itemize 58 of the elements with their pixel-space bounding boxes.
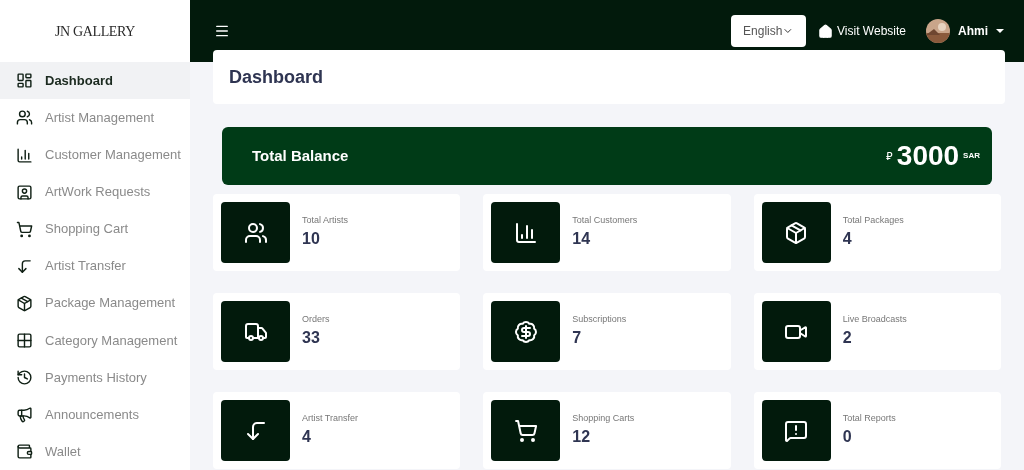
stat-label: Live Broadcasts: [842, 312, 907, 326]
page-title: Dashboard: [229, 65, 324, 89]
wallet-icon: [16, 442, 33, 460]
bar-chart-icon: [513, 220, 538, 245]
sidebar-item[interactable]: Package Management: [0, 284, 190, 322]
sidebar-item[interactable]: Category Management: [0, 321, 190, 359]
money-bag-icon: [513, 319, 538, 344]
stat-label: Total Reports: [842, 411, 896, 425]
menu-icon[interactable]: [214, 23, 230, 39]
users-icon: [243, 220, 268, 245]
sidebar-item[interactable]: Artist Transfer: [0, 247, 190, 285]
currency-sign: ⃁: [885, 148, 893, 164]
balance-amount: 3000: [896, 139, 960, 173]
visit-website-link[interactable]: Visit Website: [818, 22, 906, 40]
bar-chart-icon: [16, 146, 33, 164]
stat-label: Orders: [302, 312, 330, 326]
stat-value: 4: [842, 229, 853, 250]
logo: JN GALLERY: [54, 22, 136, 41]
sidebar-item[interactable]: Announcements: [0, 395, 190, 433]
transfer-arrow-icon: [16, 257, 33, 275]
sidebar-item[interactable]: Dashboard: [0, 62, 190, 100]
stat-value: 14: [572, 229, 592, 250]
stat-label: Total Artists: [302, 213, 348, 227]
stat-label: Subscriptions: [572, 312, 627, 326]
cart-icon: [513, 418, 538, 443]
stat-value: 2: [842, 328, 853, 349]
home-icon: [818, 23, 834, 39]
stat-label: Artist Transfer: [302, 411, 358, 425]
box-icon: [16, 294, 33, 312]
stat-value: 7: [572, 328, 583, 349]
megaphone-icon: [16, 405, 33, 423]
user-menu[interactable]: Ahmi: [926, 19, 1004, 43]
stat-label: Total Packages: [842, 213, 904, 227]
stat-value: 4: [302, 427, 312, 448]
sidebar-item[interactable]: Shopping Cart: [0, 210, 190, 248]
sidebar-item[interactable]: Payments History: [0, 358, 190, 396]
alert-message-icon: [784, 418, 809, 443]
history-icon: [16, 368, 33, 386]
caret-icon: [996, 29, 1004, 33]
stat-value: 33: [302, 328, 321, 349]
stat-value: 12: [572, 427, 592, 448]
balance-unit: SAR: [963, 150, 980, 162]
grid-icon: [16, 331, 33, 349]
cart-icon: [16, 220, 33, 238]
dashboard-icon: [16, 72, 33, 90]
stat-label: Shopping Carts: [572, 411, 635, 425]
portrait-icon: [16, 183, 33, 201]
stat-value: 10: [302, 229, 321, 250]
stat-value: 0: [842, 427, 853, 448]
stat-label: Total Customers: [572, 213, 638, 227]
sidebar-item[interactable]: ArtWork Requests: [0, 173, 190, 211]
sidebar-item[interactable]: Artist Management: [0, 99, 190, 137]
box-icon: [784, 220, 809, 245]
sidebar-item[interactable]: Customer Management: [0, 136, 190, 174]
sidebar-item[interactable]: Wallet: [0, 432, 190, 470]
balance-label: Total Balance: [252, 145, 349, 166]
users-icon: [16, 109, 33, 127]
language-select[interactable]: English: [731, 15, 807, 47]
